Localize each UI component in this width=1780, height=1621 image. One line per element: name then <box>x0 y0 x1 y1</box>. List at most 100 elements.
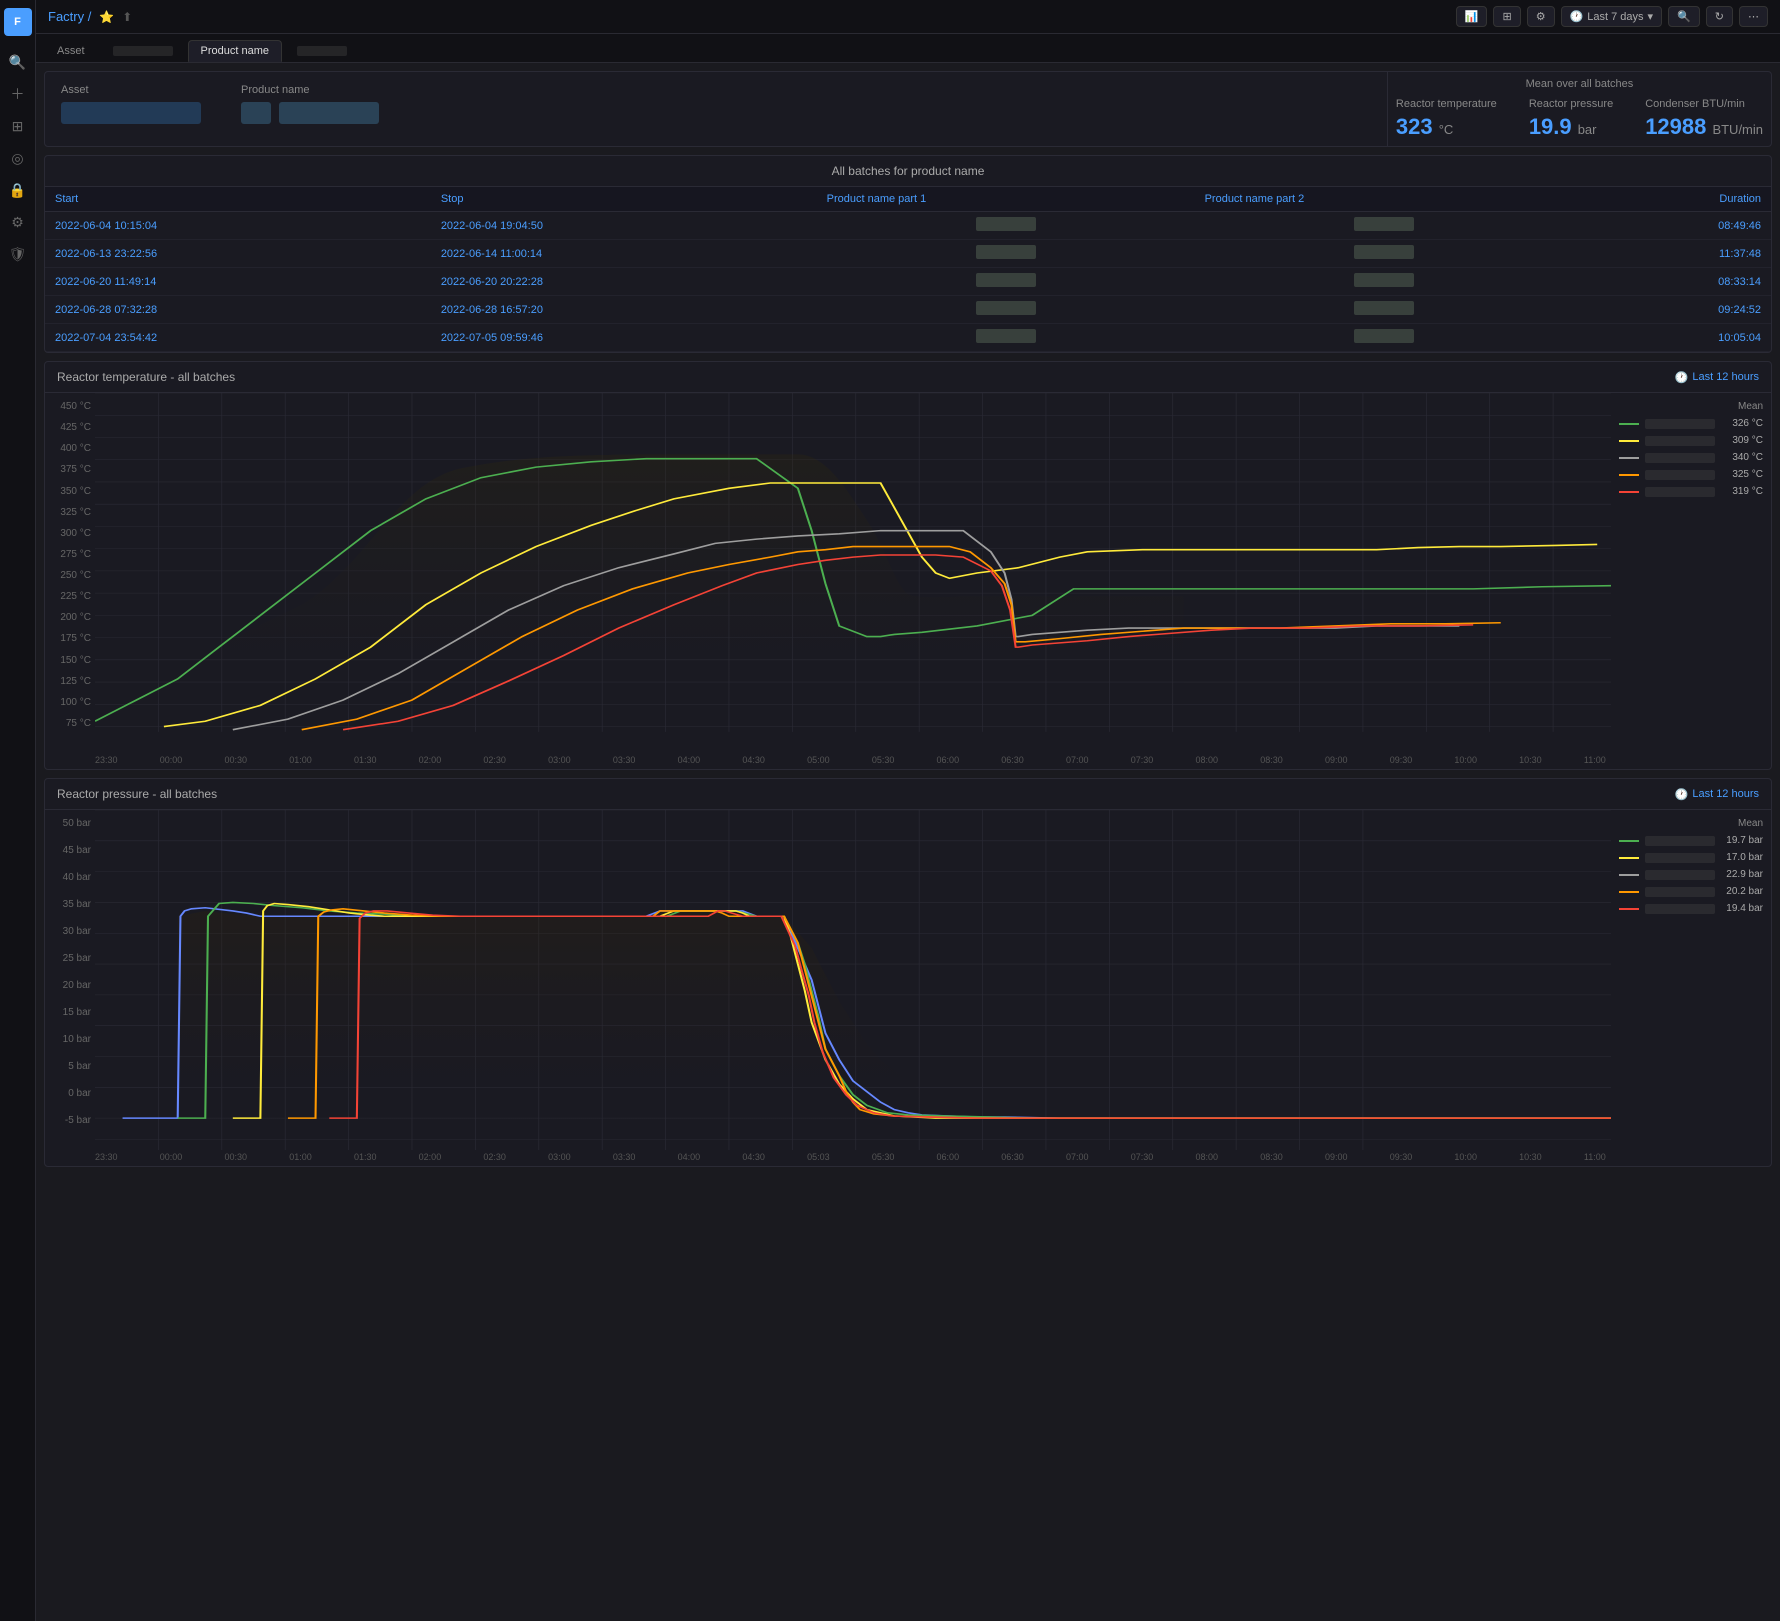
batch-duration-3: 09:24:52 <box>1573 296 1771 324</box>
x-axis-label: 05:30 <box>872 1152 895 1162</box>
pressure-legend-item-1: 17.0 bar <box>1619 852 1763 863</box>
col-part1[interactable]: Product name part 1 <box>817 187 1195 212</box>
pressure-legend-item-0: 19.7 bar <box>1619 835 1763 846</box>
batch-start-0: 2022-06-04 10:15:04 <box>45 212 431 240</box>
y-axis-label: 425 °C <box>49 422 91 433</box>
y-axis-label: 0 bar <box>49 1088 91 1099</box>
condenser-metric: Condenser BTU/min 12988 BTU/min <box>1645 98 1763 140</box>
x-axis-label: 04:30 <box>742 755 765 765</box>
pressure-legend-color-1 <box>1619 857 1639 859</box>
topbar: Factry / ⭐ ⬆ 📊 ⊞ ⚙ 🕐 Last 7 days ▾ 🔍 ↻ ⋯ <box>36 0 1780 34</box>
refresh-button[interactable]: ↻ <box>1706 6 1733 27</box>
batch-stop-0: 2022-06-04 19:04:50 <box>431 212 817 240</box>
temp-time-badge[interactable]: 🕐 Last 12 hours <box>1675 371 1759 384</box>
y-axis-label: 225 °C <box>49 591 91 602</box>
batch-duration-2: 08:33:14 <box>1573 268 1771 296</box>
temp-legend-color-4 <box>1619 491 1639 493</box>
x-axis-label: 08:00 <box>1195 755 1218 765</box>
lock-icon[interactable]: 🔒 <box>4 176 32 204</box>
settings-icon[interactable]: ⚙ <box>4 208 32 236</box>
settings-button[interactable]: ⚙ <box>1527 6 1555 27</box>
table-row[interactable]: 2022-06-13 23:22:56 2022-06-14 11:00:14 … <box>45 240 1771 268</box>
reactor-pressure-metric: Reactor pressure 19.9 bar <box>1529 98 1613 140</box>
x-axis-label: 05:03 <box>807 1152 830 1162</box>
pressure-time-badge[interactable]: 🕐 Last 12 hours <box>1675 788 1759 801</box>
col-duration[interactable]: Duration <box>1573 187 1771 212</box>
add-icon[interactable]: ＋ <box>4 80 32 108</box>
x-axis-label: 11:00 <box>1584 1152 1606 1162</box>
table-row[interactable]: 2022-07-04 23:54:42 2022-07-05 09:59:46 … <box>45 324 1771 352</box>
app-logo: F <box>4 8 32 36</box>
target-icon[interactable]: ◎ <box>4 144 32 172</box>
info-card-left: Asset Product name <box>45 72 1387 146</box>
x-axis-label: 09:30 <box>1390 755 1413 765</box>
zoom-button[interactable]: 🔍 <box>1668 6 1700 27</box>
y-axis-label: 175 °C <box>49 633 91 644</box>
info-card: Asset Product name Mean over all batches… <box>44 71 1772 147</box>
table-row[interactable]: 2022-06-04 10:15:04 2022-06-04 19:04:50 … <box>45 212 1771 240</box>
batch-part1-3 <box>817 296 1195 324</box>
shield-icon[interactable]: 🛡 <box>4 240 32 268</box>
y-axis-label: 100 °C <box>49 697 91 708</box>
temp-chart-title: Reactor temperature - all batches <box>57 370 235 384</box>
time-range-button[interactable]: 🕐 Last 7 days ▾ <box>1561 6 1663 27</box>
temp-legend-value-3: 325 °C <box>1732 469 1763 480</box>
x-axis-label: 01:00 <box>289 755 312 765</box>
x-axis-label: 02:00 <box>419 1152 442 1162</box>
tab-custom[interactable] <box>284 40 360 62</box>
y-axis-label: 200 °C <box>49 612 91 623</box>
table-row[interactable]: 2022-06-28 07:32:28 2022-06-28 16:57:20 … <box>45 296 1771 324</box>
clock-icon: 🕐 <box>1570 10 1584 23</box>
x-axis-label: 10:30 <box>1519 1152 1542 1162</box>
x-axis-label: 01:30 <box>354 1152 377 1162</box>
table-view-button[interactable]: ⊞ <box>1493 6 1520 27</box>
x-axis-label: 06:00 <box>937 755 960 765</box>
x-axis-label: 10:30 <box>1519 755 1542 765</box>
reactor-temp-metric: Reactor temperature 323 °C <box>1396 98 1497 140</box>
temp-legend-value-4: 319 °C <box>1732 486 1763 497</box>
temp-y-axis: 450 °C425 °C400 °C375 °C350 °C325 °C300 … <box>45 393 95 753</box>
chart-view-button[interactable]: 📊 <box>1456 6 1488 27</box>
y-axis-label: 300 °C <box>49 528 91 539</box>
y-axis-label: 450 °C <box>49 401 91 412</box>
table-row[interactable]: 2022-06-20 11:49:14 2022-06-20 20:22:28 … <box>45 268 1771 296</box>
expand-button[interactable]: ⋯ <box>1739 6 1768 27</box>
x-axis-label: 09:00 <box>1325 755 1348 765</box>
pressure-legend-color-2 <box>1619 874 1639 876</box>
grid-icon[interactable]: ⊞ <box>4 112 32 140</box>
breadcrumb-sep: ⭐ <box>99 10 114 24</box>
temp-legend-color-2 <box>1619 457 1639 459</box>
x-axis-label: 09:30 <box>1390 1152 1413 1162</box>
reactor-pressure-value: 19.9 <box>1529 114 1572 139</box>
batch-duration-0: 08:49:46 <box>1573 212 1771 240</box>
pressure-y-axis: 50 bar45 bar40 bar35 bar30 bar25 bar20 b… <box>45 810 95 1150</box>
x-axis-label: 02:30 <box>483 755 506 765</box>
col-start[interactable]: Start <box>45 187 431 212</box>
y-axis-label: 400 °C <box>49 443 91 454</box>
y-axis-label: 25 bar <box>49 953 91 964</box>
batch-part2-1 <box>1195 240 1573 268</box>
temp-legend: Mean 326 °C 309 °C 340 °C <box>1611 393 1771 753</box>
reactor-pressure-unit: bar <box>1578 122 1597 137</box>
batch-part2-2 <box>1195 268 1573 296</box>
col-part2[interactable]: Product name part 2 <box>1195 187 1573 212</box>
x-axis-label: 02:30 <box>483 1152 506 1162</box>
tabs-bar: Asset Product name <box>36 34 1780 63</box>
tab-batch[interactable] <box>100 40 186 62</box>
clock-icon: 🕐 <box>1675 788 1689 801</box>
temp-x-axis: 23:3000:0000:3001:0001:3002:0002:3003:00… <box>45 753 1771 769</box>
condenser-value: 12988 <box>1645 114 1706 139</box>
product-name-field: Product name <box>241 84 379 134</box>
y-axis-label: 15 bar <box>49 1007 91 1018</box>
search-icon[interactable]: 🔍 <box>4 48 32 76</box>
pressure-legend-value-1: 17.0 bar <box>1726 852 1763 863</box>
time-range-label: Last 7 days <box>1587 11 1643 23</box>
metrics-row: Reactor temperature 323 °C Reactor press… <box>1396 98 1763 140</box>
app-title: Factry / <box>48 9 91 24</box>
batch-stop-1: 2022-06-14 11:00:14 <box>431 240 817 268</box>
share-icon[interactable]: ⬆ <box>122 10 132 24</box>
batches-table-card: All batches for product name Start Stop … <box>44 155 1772 353</box>
tab-asset[interactable]: Asset <box>44 40 98 62</box>
col-stop[interactable]: Stop <box>431 187 817 212</box>
tab-product-name[interactable]: Product name <box>188 40 282 62</box>
